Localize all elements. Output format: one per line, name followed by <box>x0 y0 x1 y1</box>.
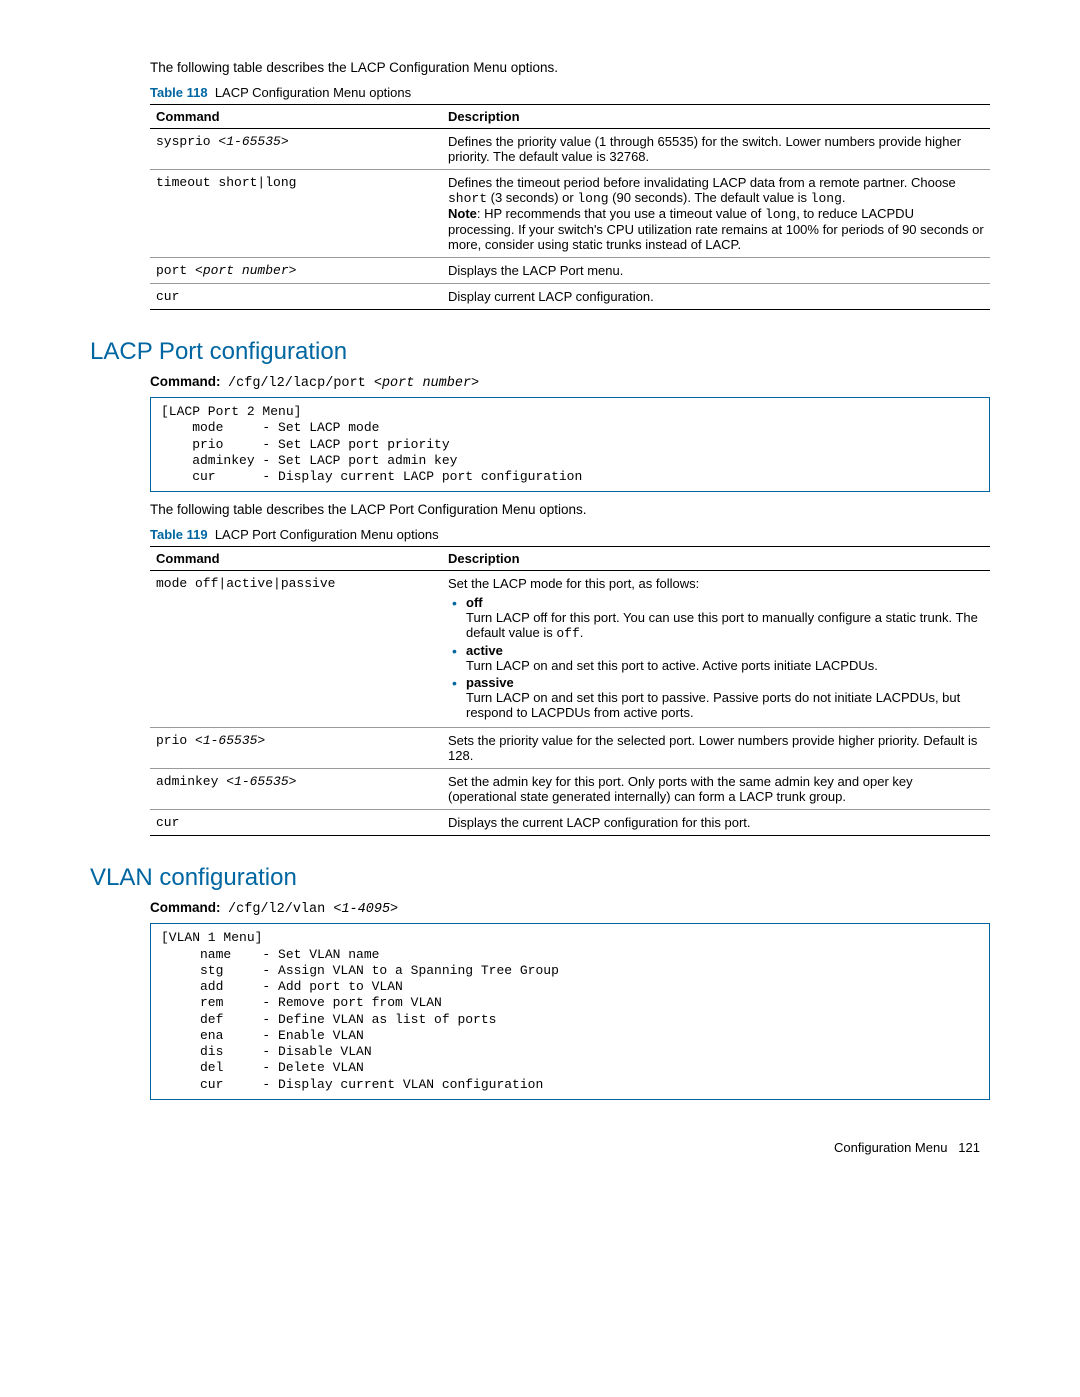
command-line-lacp-port: Command: /cfg/l2/lacp/port <port number> <box>150 374 990 391</box>
intro-text-2: The following table describes the LACP P… <box>150 502 990 517</box>
command-line-vlan: Command: /cfg/l2/vlan <1-4095> <box>150 900 990 917</box>
table-row: adminkey <1-65535> Set the admin key for… <box>150 769 990 810</box>
table-header: Description <box>442 105 990 129</box>
list-item: off Turn LACP off for this port. You can… <box>466 595 984 641</box>
terminal-output-lacp-port: [LACP Port 2 Menu] mode - Set LACP mode … <box>150 397 990 492</box>
section-heading-vlan: VLAN configuration <box>90 864 990 892</box>
list-item: passive Turn LACP on and set this port t… <box>466 675 984 720</box>
table-row: timeout short|long Defines the timeout p… <box>150 170 990 258</box>
table-row: port <port number> Displays the LACP Por… <box>150 258 990 284</box>
table-header: Description <box>442 547 990 571</box>
table-118-caption: Table 118 LACP Configuration Menu option… <box>150 85 990 100</box>
page-footer: Configuration Menu 121 <box>90 1140 990 1155</box>
table-118: Command Description sysprio <1-65535> De… <box>150 104 990 310</box>
terminal-output-vlan: [VLAN 1 Menu] name - Set VLAN name stg -… <box>150 923 990 1100</box>
table-119-caption: Table 119 LACP Port Configuration Menu o… <box>150 527 990 542</box>
section-heading-lacp-port: LACP Port configuration <box>90 338 990 366</box>
intro-text-1: The following table describes the LACP C… <box>150 60 990 75</box>
table-header: Command <box>150 547 442 571</box>
table-row: prio <1-65535> Sets the priority value f… <box>150 728 990 769</box>
table-row: sysprio <1-65535> Defines the priority v… <box>150 129 990 170</box>
table-row: cur Display current LACP configuration. <box>150 284 990 310</box>
table-row: mode off|active|passive Set the LACP mod… <box>150 571 990 728</box>
list-item: active Turn LACP on and set this port to… <box>466 643 984 673</box>
table-row: cur Displays the current LACP configurat… <box>150 810 990 836</box>
table-header: Command <box>150 105 442 129</box>
table-119: Command Description mode off|active|pass… <box>150 546 990 836</box>
